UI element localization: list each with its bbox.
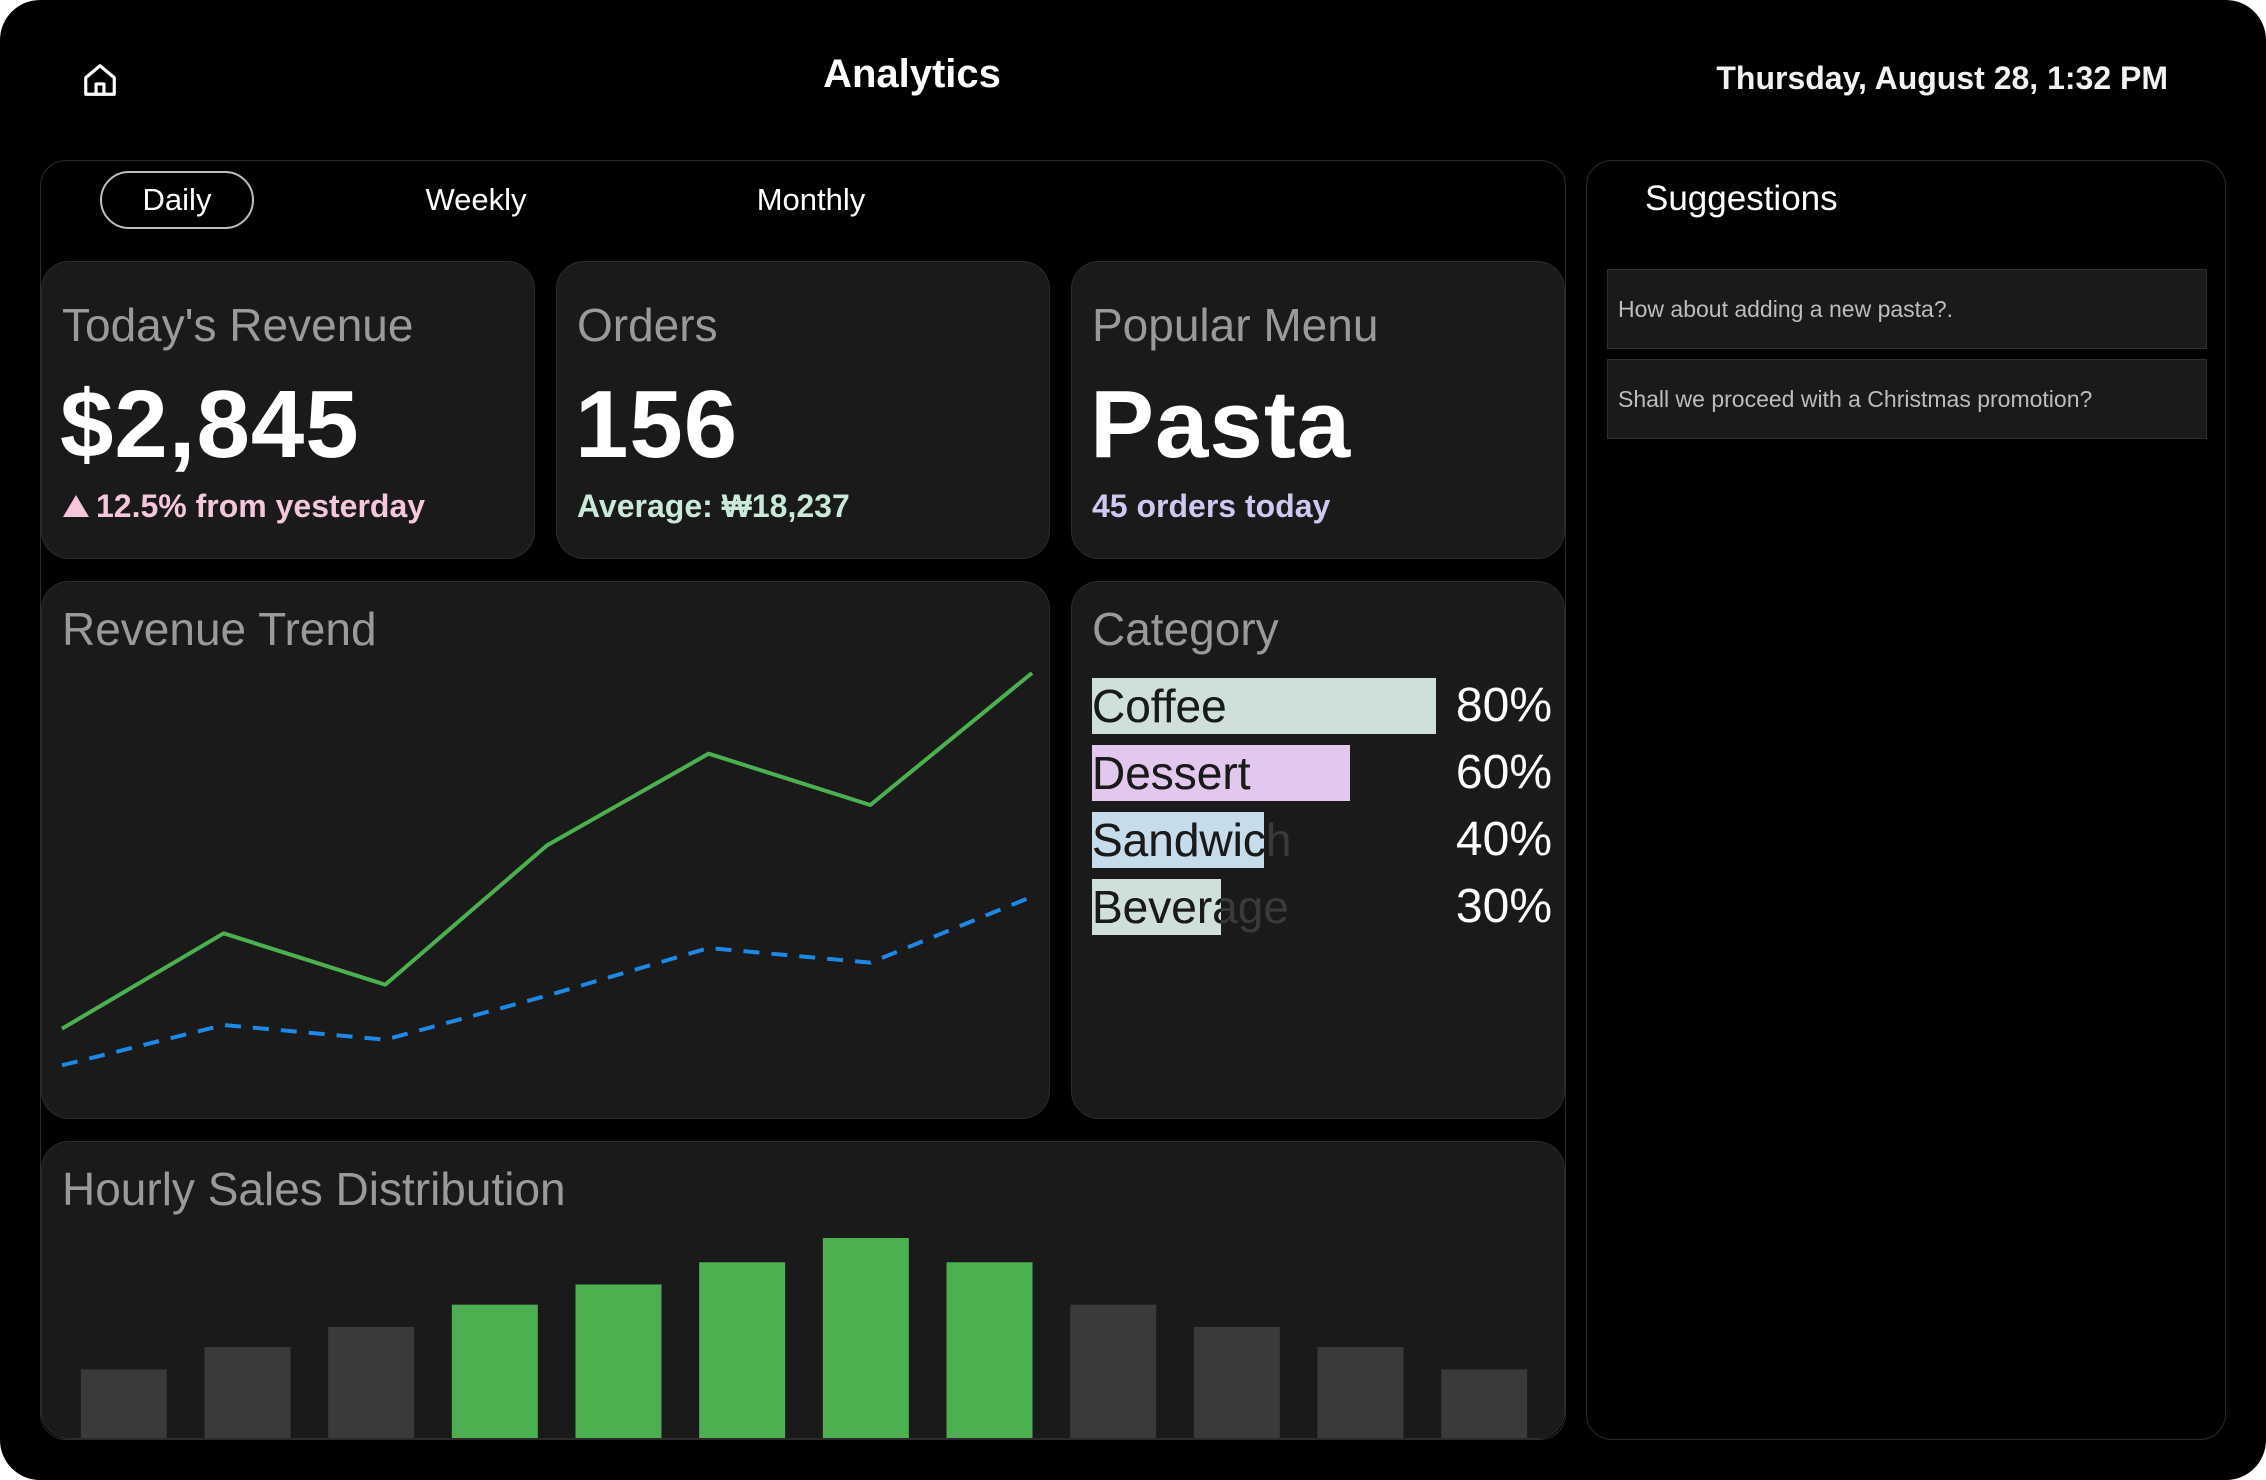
suggestion-item[interactable]: How about adding a new pasta?. — [1607, 269, 2207, 349]
category-label: Beverage — [1092, 881, 1221, 933]
hourly-bar — [699, 1262, 786, 1438]
trend-line-1 — [60, 671, 1034, 1031]
hourly-bar — [328, 1326, 415, 1438]
category-row: Coffee Coffee 80% — [1092, 678, 1552, 734]
category-percent: 40% — [1455, 813, 1552, 866]
hourly-bar — [80, 1369, 167, 1438]
trend-line-2 — [61, 894, 1033, 1068]
hourly-bar — [204, 1347, 291, 1438]
analytics-panel: Daily Weekly Monthly Today's Revenue $2,… — [40, 160, 1566, 1440]
orders-card: Orders 156 Average: ₩18,237 — [556, 261, 1050, 559]
category-row: BeverageBeverage30% — [1092, 879, 1552, 935]
category-label-clip: Beverage — [1092, 879, 1221, 935]
category-title: Category — [1092, 603, 1279, 655]
suggestion-item[interactable]: Shall we proceed with a Christmas promot… — [1607, 359, 2207, 439]
hourly-sales-title: Hourly Sales Distribution — [62, 1163, 566, 1215]
category-label: Coffee — [1092, 680, 1227, 732]
suggestions-panel: Suggestions How about adding a new pasta… — [1586, 160, 2226, 1440]
suggestions-title: Suggestions — [1645, 179, 1838, 218]
hourly-bar — [1441, 1369, 1528, 1438]
category-label: Sandwich — [1092, 814, 1264, 866]
hourly-bar — [1317, 1347, 1404, 1438]
tab-daily[interactable]: Daily — [100, 171, 254, 229]
category-row: SandwichSandwich40% — [1092, 812, 1552, 868]
popular-menu-title: Popular Menu — [1092, 299, 1379, 351]
revenue-trend-chart — [60, 671, 1034, 1068]
category-row: Dessert Dessert 60% — [1092, 745, 1552, 801]
hourly-bar — [1070, 1304, 1157, 1438]
app-window: Analytics Thursday, August 28, 1:32 PM D… — [0, 0, 2266, 1480]
category-card: Category Coffee Coffee 80% Dessert Dessert 60… — [1071, 581, 1565, 1119]
popular-menu-value: Pasta — [1090, 371, 1352, 478]
hourly-sales-card: Hourly Sales Distribution — [41, 1141, 1565, 1439]
popular-menu-card: Popular Menu Pasta 45 orders today — [1071, 261, 1565, 559]
revenue-card: Today's Revenue $2,845 12.5% from yester… — [41, 261, 535, 559]
hourly-bar — [575, 1284, 662, 1438]
revenue-trend-card: Revenue Trend — [41, 581, 1050, 1119]
category-percent: 80% — [1455, 679, 1552, 732]
hourly-bar — [946, 1262, 1033, 1438]
hourly-bar — [451, 1304, 538, 1438]
hourly-bar — [822, 1238, 909, 1438]
category-label-clip: Dessert — [1092, 745, 1350, 801]
category-label: Dessert — [1092, 747, 1251, 799]
orders-title: Orders — [577, 299, 718, 351]
category-percent: 30% — [1455, 880, 1552, 933]
hourly-bar — [1193, 1326, 1280, 1438]
orders-average: Average: ₩18,237 — [577, 488, 850, 524]
revenue-trend-title: Revenue Trend — [62, 603, 377, 655]
orders-value: 156 — [575, 371, 739, 478]
category-label-clip: Coffee — [1092, 678, 1436, 734]
revenue-title: Today's Revenue — [62, 299, 414, 351]
revenue-change-text: 12.5% from yesterday — [96, 488, 426, 524]
revenue-change: 12.5% from yesterday — [62, 488, 425, 525]
revenue-value: $2,845 — [60, 371, 360, 478]
triangle-up-icon — [63, 495, 89, 517]
page-title: Analytics — [823, 52, 1001, 96]
category-percent: 60% — [1455, 746, 1552, 799]
category-label-clip: Sandwich — [1092, 812, 1264, 868]
date-time: Thursday, August 28, 1:32 PM — [1716, 60, 2168, 96]
popular-menu-sub: 45 orders today — [1092, 488, 1331, 524]
tab-weekly[interactable]: Weekly — [401, 171, 551, 229]
tab-monthly[interactable]: Monthly — [721, 171, 901, 229]
